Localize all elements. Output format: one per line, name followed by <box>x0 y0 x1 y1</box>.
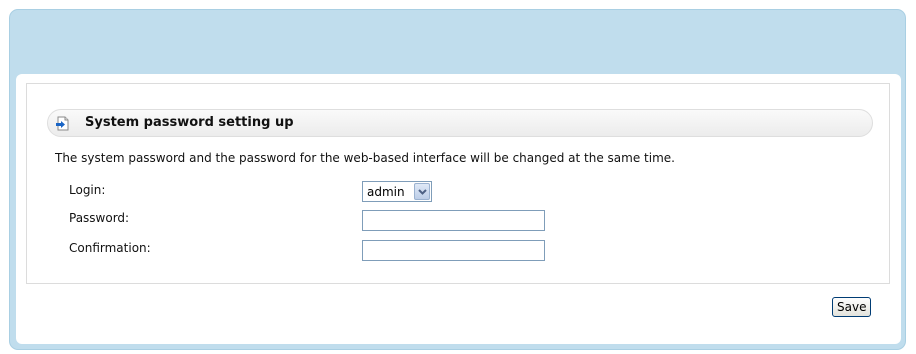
login-label: Login: <box>69 183 106 197</box>
section-description: The system password and the password for… <box>55 151 675 165</box>
settings-panel: System password setting up The system pa… <box>26 83 890 284</box>
password-label: Password: <box>69 211 130 225</box>
chevron-down-icon <box>418 189 427 195</box>
save-button[interactable]: Save <box>832 297 872 317</box>
login-select-value: admin <box>367 185 405 199</box>
section-header: System password setting up <box>47 109 873 137</box>
content-area: System password setting up The system pa… <box>16 74 901 344</box>
password-field[interactable] <box>362 210 545 231</box>
login-select[interactable]: admin <box>362 181 432 202</box>
page-arrow-icon <box>55 116 70 131</box>
section-title: System password setting up <box>85 115 294 130</box>
confirmation-field[interactable] <box>362 240 545 261</box>
page-frame: System password setting up The system pa… <box>9 9 906 350</box>
dropdown-arrow-button[interactable] <box>414 183 430 200</box>
confirmation-label: Confirmation: <box>69 241 151 255</box>
